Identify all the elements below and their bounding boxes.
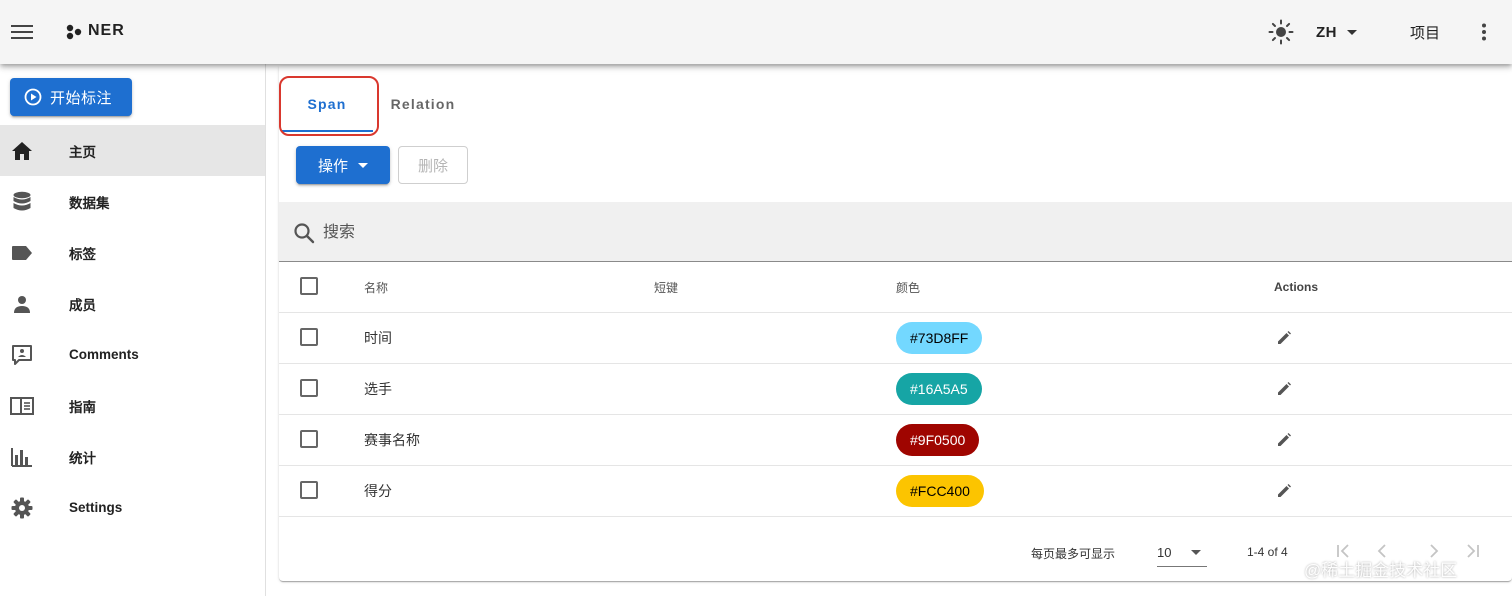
sidebar-item-dataset[interactable]: 数据集 [0, 176, 265, 227]
sidebar-item-labels[interactable]: 标签 [0, 227, 265, 278]
sidebar-item-label: 指南 [69, 399, 96, 415]
app-title[interactable]: NER [88, 22, 125, 40]
label-name: 选手 [364, 381, 392, 397]
pagination-range: 1-4 of 4 [1247, 545, 1288, 559]
search-icon [293, 222, 315, 244]
sidebar-item-home[interactable]: 主页 [0, 125, 265, 176]
logo-icon [64, 22, 84, 42]
table-row: 得分 #FCC400 [279, 466, 1512, 517]
labels-card: Span Relation 操作 删除 名称 短键 颜色 Actions 时间 … [279, 66, 1512, 581]
row-checkbox[interactable] [300, 328, 318, 346]
header-shortcut[interactable]: 短键 [654, 262, 678, 312]
rows-per-page-value: 10 [1157, 545, 1172, 560]
sidebar-item-settings[interactable]: Settings [0, 482, 265, 533]
sidebar: 开始标注 主页 数据集 标签 成员 Comments 指南 统计 Setting… [0, 64, 266, 596]
label-type-tabs: Span Relation [279, 76, 471, 132]
header-actions: Actions [1274, 280, 1319, 294]
actions-label: 操作 [317, 157, 348, 175]
actions-menu-button[interactable]: 操作 [296, 146, 390, 184]
row-checkbox[interactable] [300, 481, 318, 499]
chart-icon [10, 445, 34, 469]
color-chip: #9F0500 [896, 424, 980, 456]
sidebar-item-label: 数据集 [69, 195, 110, 211]
language-menu-button[interactable]: ZH [1316, 16, 1357, 48]
person-icon [10, 292, 34, 316]
last-page-icon[interactable] [1463, 542, 1481, 560]
header-color[interactable]: 颜色 [896, 262, 920, 312]
comment-icon [10, 343, 34, 367]
sidebar-item-label: Settings [69, 500, 123, 515]
book-icon [10, 394, 34, 418]
label-icon [10, 241, 34, 265]
header-name[interactable]: 名称 [364, 262, 388, 312]
label-name: 赛事名称 [364, 432, 420, 448]
sidebar-item-label: 成员 [69, 297, 96, 313]
delete-button[interactable]: 删除 [398, 146, 468, 184]
start-annotation-button[interactable]: 开始标注 [10, 78, 132, 116]
start-annotation-label: 开始标注 [50, 89, 113, 107]
menu-icon[interactable] [10, 20, 34, 44]
sidebar-item-label: Comments [69, 347, 139, 362]
sidebar-item-label: 主页 [69, 144, 96, 160]
chevron-down-icon [358, 162, 368, 168]
tab-span[interactable]: Span [279, 76, 375, 132]
home-icon [10, 139, 34, 163]
edit-pencil-icon[interactable] [1276, 381, 1292, 397]
edit-pencil-icon[interactable] [1276, 330, 1292, 346]
gear-icon [10, 496, 34, 520]
search-bar [279, 202, 1512, 262]
database-icon [10, 190, 34, 214]
table-row: 赛事名称 #9F0500 [279, 415, 1512, 466]
label-name: 时间 [364, 330, 392, 346]
projects-button[interactable]: 项目 [1396, 16, 1454, 48]
rows-per-page-label: 每页最多可显示 [1031, 547, 1116, 561]
tab-relation[interactable]: Relation [375, 76, 471, 132]
color-chip: #FCC400 [896, 475, 984, 507]
more-vert-icon[interactable] [1472, 20, 1496, 44]
language-label: ZH [1316, 23, 1337, 41]
row-checkbox[interactable] [300, 430, 318, 448]
theme-sun-icon[interactable] [1268, 19, 1294, 45]
edit-pencil-icon[interactable] [1276, 483, 1292, 499]
sidebar-item-statistics[interactable]: 统计 [0, 431, 265, 482]
sidebar-item-label: 标签 [69, 246, 96, 262]
play-circle-icon [24, 88, 42, 106]
rows-per-page-select[interactable]: 10 [1157, 537, 1207, 567]
chevron-down-icon [1347, 29, 1357, 35]
app-bar: NER ZH 项目 [0, 0, 1512, 64]
color-chip: #73D8FF [896, 322, 983, 354]
label-name: 得分 [364, 483, 392, 499]
sidebar-item-comments[interactable]: Comments [0, 329, 265, 380]
sidebar-item-label: 统计 [69, 450, 96, 466]
table-row: 时间 #73D8FF [279, 313, 1512, 364]
edit-pencil-icon[interactable] [1276, 432, 1292, 448]
chevron-down-icon [1191, 550, 1201, 555]
select-all-checkbox[interactable] [300, 277, 318, 295]
color-chip: #16A5A5 [896, 373, 982, 405]
table-row: 选手 #16A5A5 [279, 364, 1512, 415]
sidebar-item-members[interactable]: 成员 [0, 278, 265, 329]
row-checkbox[interactable] [300, 379, 318, 397]
table-header-row: 名称 短键 颜色 Actions [279, 262, 1512, 313]
search-input[interactable] [321, 216, 925, 250]
sidebar-item-guideline[interactable]: 指南 [0, 380, 265, 431]
labels-table: 名称 短键 颜色 Actions 时间 #73D8FF 选手 #16A5A5 赛… [279, 262, 1512, 517]
watermark-text: @稀土掘金技术社区 [1304, 561, 1458, 580]
